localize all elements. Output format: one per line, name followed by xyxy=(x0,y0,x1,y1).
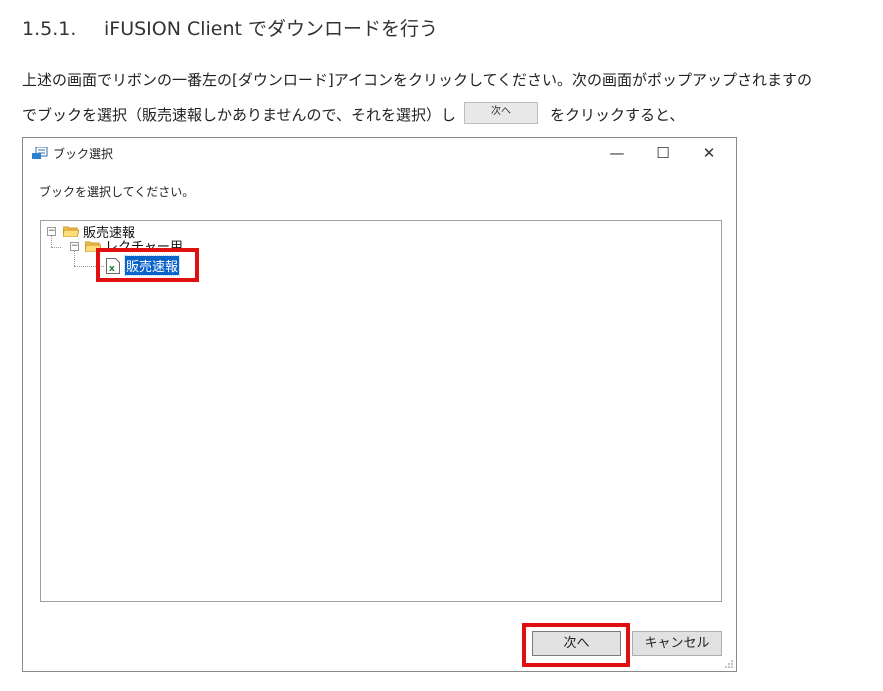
inline-next-button-image: 次へ xyxy=(463,101,538,124)
tree-connector xyxy=(51,247,61,248)
tree-connector xyxy=(51,235,52,247)
dialog-titlebar: ブック選択 — ☐ ✕ xyxy=(23,138,736,168)
instruction-line-1: 上述の画面でリボンの一番左の[ダウンロード]アイコンをクリックしてください。次の… xyxy=(22,71,813,89)
maximize-button[interactable]: ☐ xyxy=(640,140,686,168)
tree-toggle-child[interactable]: − xyxy=(70,242,79,251)
instruction-text-after: をクリックすると、 xyxy=(549,106,685,124)
section-heading: 1.5.1. iFUSION Client でダウンロードを行う xyxy=(22,14,438,41)
minimize-button[interactable]: — xyxy=(594,140,640,168)
tree-connector xyxy=(74,251,75,266)
book-select-dialog: ブック選択 — ☐ ✕ ブックを選択してください。 − 販売速報 − レクチャー… xyxy=(22,137,737,672)
folder-icon xyxy=(63,226,79,237)
dialog-title: ブック選択 xyxy=(53,147,114,161)
tree-toggle-root[interactable]: − xyxy=(47,227,56,236)
highlight-box-next xyxy=(522,623,630,667)
close-button[interactable]: ✕ xyxy=(686,140,732,168)
cancel-button[interactable]: キャンセル xyxy=(632,631,722,656)
book-select-icon xyxy=(32,147,48,159)
section-title: iFUSION Client でダウンロードを行う xyxy=(104,18,439,40)
section-number: 1.5.1. xyxy=(22,18,77,40)
instruction-text-before: でブックを選択（販売速報しかありませんので、それを選択）し xyxy=(22,106,456,124)
dialog-prompt: ブックを選択してください。 xyxy=(39,185,195,199)
instruction-line-2: でブックを選択（販売速報しかありませんので、それを選択）し 次へ をクリックすると、 xyxy=(22,101,685,127)
highlight-box-leaf xyxy=(96,248,199,282)
resize-grip-icon[interactable] xyxy=(724,659,734,669)
